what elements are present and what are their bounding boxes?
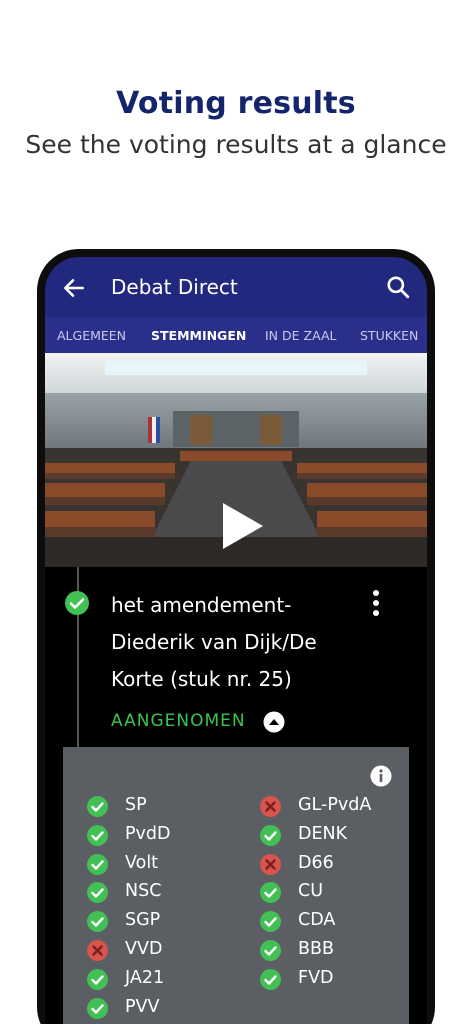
app-screen: Debat Direct ALGEMEEN STEMMINGEN IN DE Z… [45, 257, 427, 1024]
party-name: GL-PvdA [298, 795, 372, 815]
cross-circle-icon [260, 796, 281, 817]
party-name: NSC [125, 881, 162, 902]
check-circle-icon [87, 882, 108, 904]
tab-in-de-zaal[interactable]: IN DE ZAAL [265, 328, 336, 343]
party-name: VVD [125, 939, 163, 959]
arrow-left-icon[interactable] [61, 275, 87, 301]
party-name: SGP [125, 910, 161, 931]
check-circle-icon [260, 968, 281, 990]
motion-title: het amendement-Diederik van Dijk/De Kort… [111, 593, 317, 691]
party-name: JA21 [125, 967, 165, 988]
chevron-up-icon[interactable] [263, 711, 285, 733]
cross-circle-icon [87, 940, 108, 961]
party-name: DENK [298, 823, 348, 844]
party-name: BBB [298, 939, 335, 959]
check-circle-icon [87, 824, 108, 846]
party-name: Volt [125, 852, 159, 873]
play-icon[interactable] [221, 501, 265, 551]
app-bar: Debat Direct [45, 257, 427, 317]
search-icon[interactable] [385, 274, 411, 300]
info-icon[interactable] [370, 765, 392, 787]
check-circle-icon [87, 796, 108, 817]
tab-stemmingen[interactable]: STEMMINGEN [151, 328, 246, 343]
check-circle-icon [87, 968, 108, 990]
party-name: PVV [125, 996, 160, 1017]
check-circle-icon [260, 882, 281, 904]
status-accepted[interactable]: AANGENOMEN [111, 711, 246, 731]
app-title: Debat Direct [111, 275, 238, 299]
cross-circle-icon [260, 853, 281, 875]
check-circle-icon [87, 853, 108, 875]
party-name: D66 [298, 852, 334, 873]
check-circle-icon [260, 824, 281, 846]
check-circle-icon [260, 940, 281, 961]
party-name: PvdD [125, 823, 171, 844]
promo-headline: Voting results [116, 86, 356, 121]
check-circle-icon [260, 911, 281, 933]
party-name: CDA [298, 910, 336, 931]
party-name: SP [125, 795, 147, 815]
more-vertical-icon[interactable] [370, 589, 382, 617]
check-circle-icon [65, 591, 89, 615]
party-name: FVD [298, 967, 334, 988]
party-name: CU [298, 881, 324, 902]
voting-results-panel: SP PvdD Volt NSC SGP VVD JA21 PVV GL-PvdA DENK D66… [63, 747, 409, 1024]
check-circle-icon [87, 997, 108, 1019]
tab-bar: ALGEMEEN STEMMINGEN IN DE ZAAL STUKKEN [45, 317, 427, 353]
tab-stukken[interactable]: STUKKEN [360, 328, 418, 343]
tab-algemeen[interactable]: ALGEMEEN [57, 328, 126, 343]
video-player[interactable]: 10 10 [45, 353, 427, 567]
promo-subline: See the voting results at a glance [25, 130, 447, 159]
check-circle-icon [87, 911, 108, 933]
